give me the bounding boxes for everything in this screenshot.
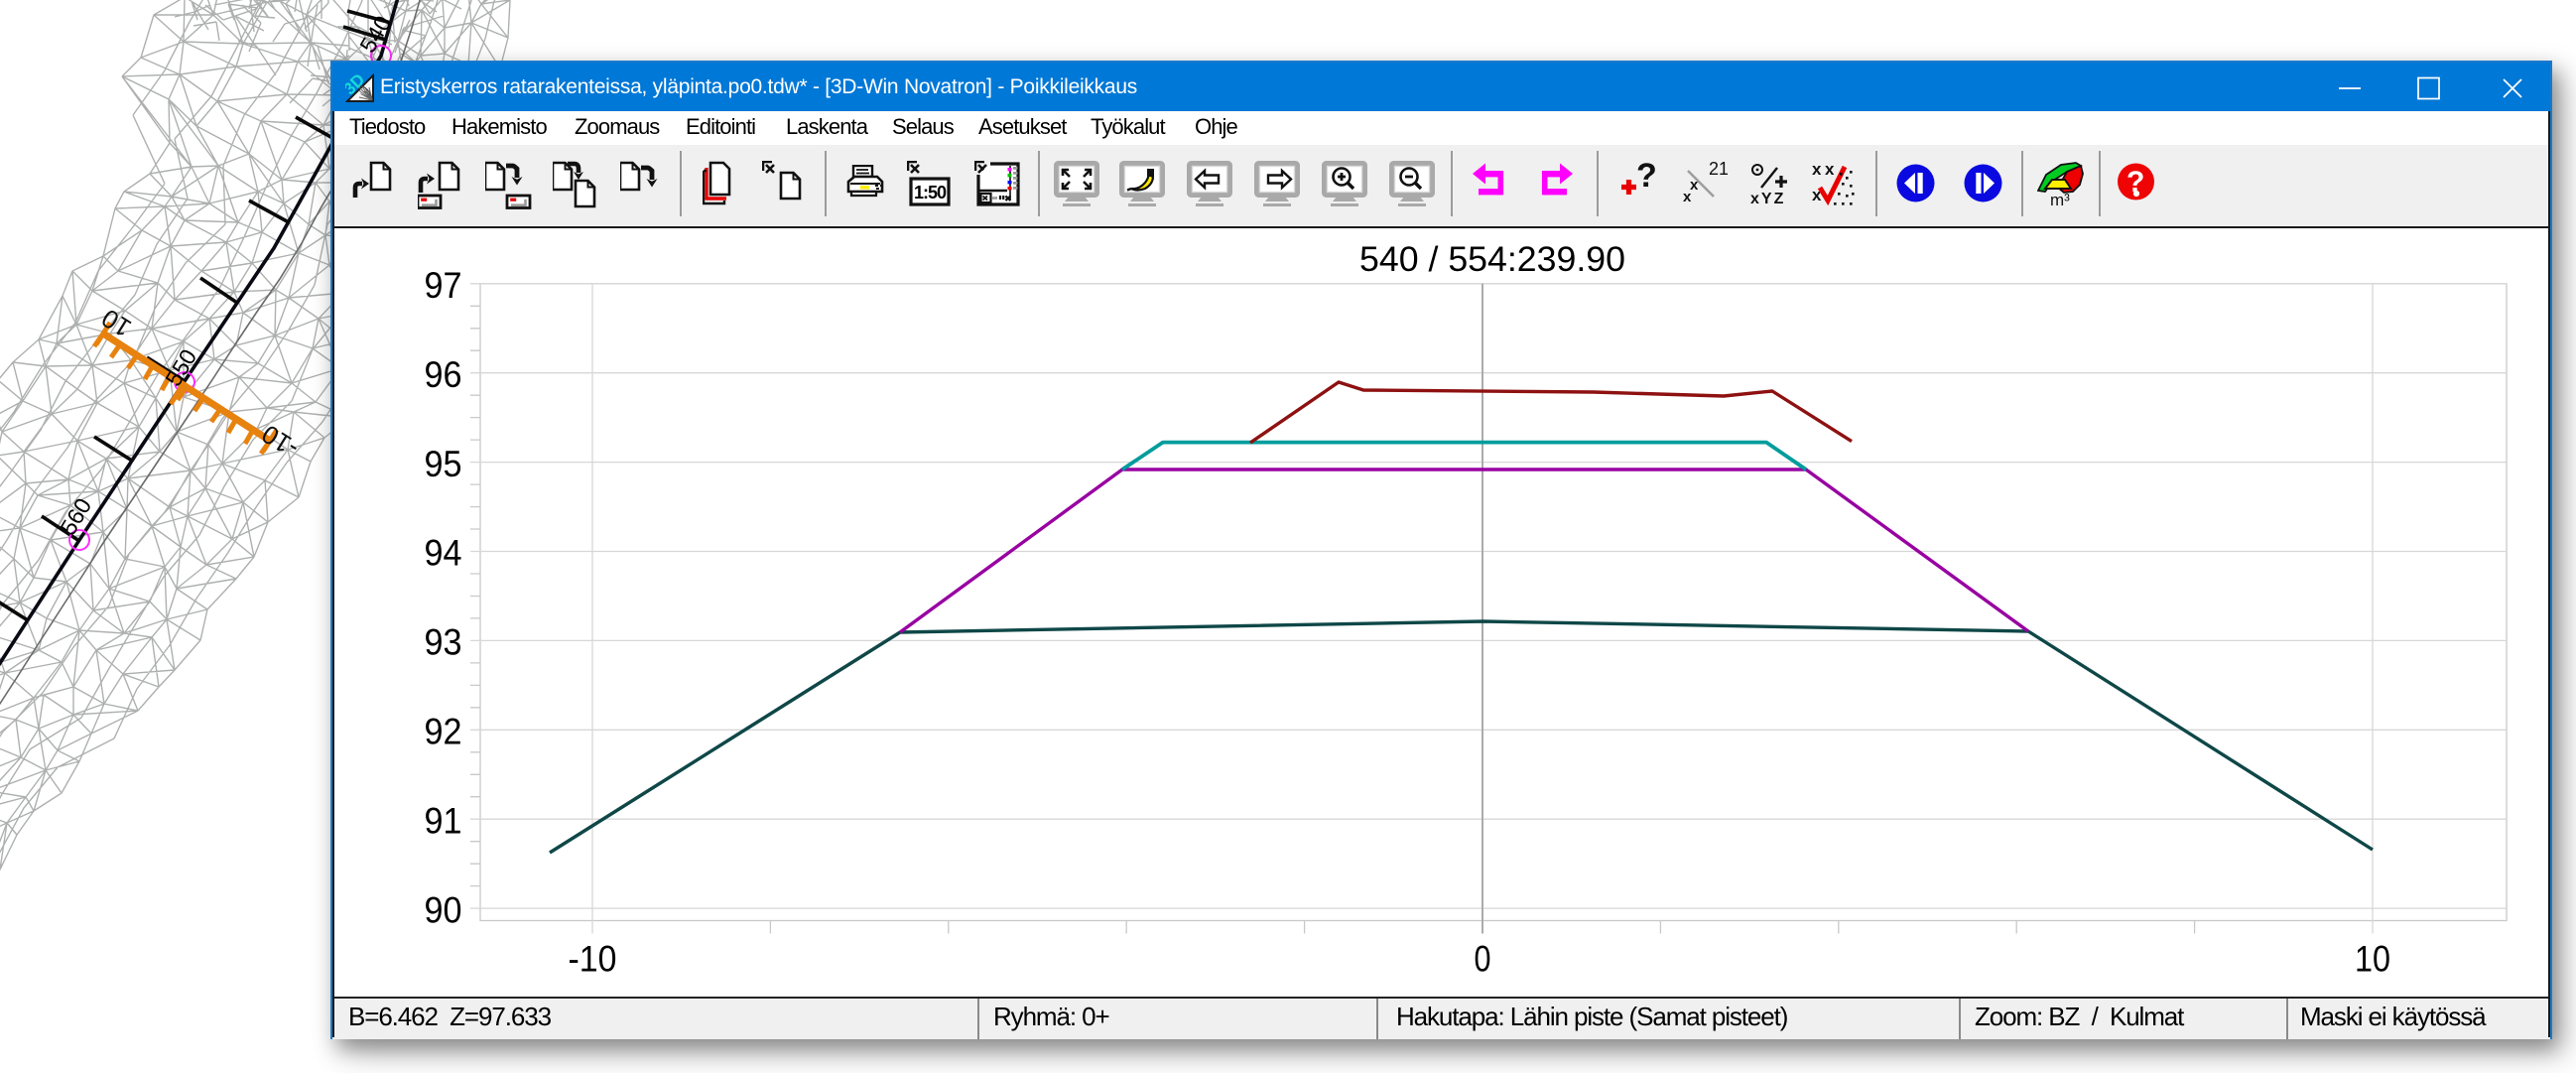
svg-text:x: x (1825, 161, 1835, 179)
svg-text:xYZ: xYZ (1750, 191, 1785, 207)
svg-text:m³: m³ (2050, 191, 2070, 208)
svg-text:10: 10 (2355, 938, 2390, 979)
svg-text:560: 560 (55, 493, 96, 539)
svg-text:x: x (1812, 161, 1822, 179)
svg-text:97: 97 (425, 265, 462, 306)
svg-text:1:50: 1:50 (914, 183, 947, 202)
svg-text:0: 0 (1475, 938, 1491, 979)
svg-text:92: 92 (425, 712, 462, 752)
svg-text:540 / 554:239.90: 540 / 554:239.90 (1359, 239, 1625, 279)
svg-text:x: x (1690, 177, 1699, 194)
svg-text:94: 94 (425, 533, 462, 574)
svg-text:91: 91 (425, 800, 462, 841)
svg-text:90: 90 (425, 889, 462, 930)
svg-text:?: ? (1636, 161, 1657, 195)
svg-text:95: 95 (425, 444, 462, 484)
svg-text:x: x (1683, 189, 1692, 205)
svg-text:-10: -10 (569, 938, 617, 979)
svg-text:96: 96 (425, 354, 462, 395)
svg-text:21: 21 (1709, 161, 1728, 179)
svg-text:93: 93 (425, 622, 462, 663)
